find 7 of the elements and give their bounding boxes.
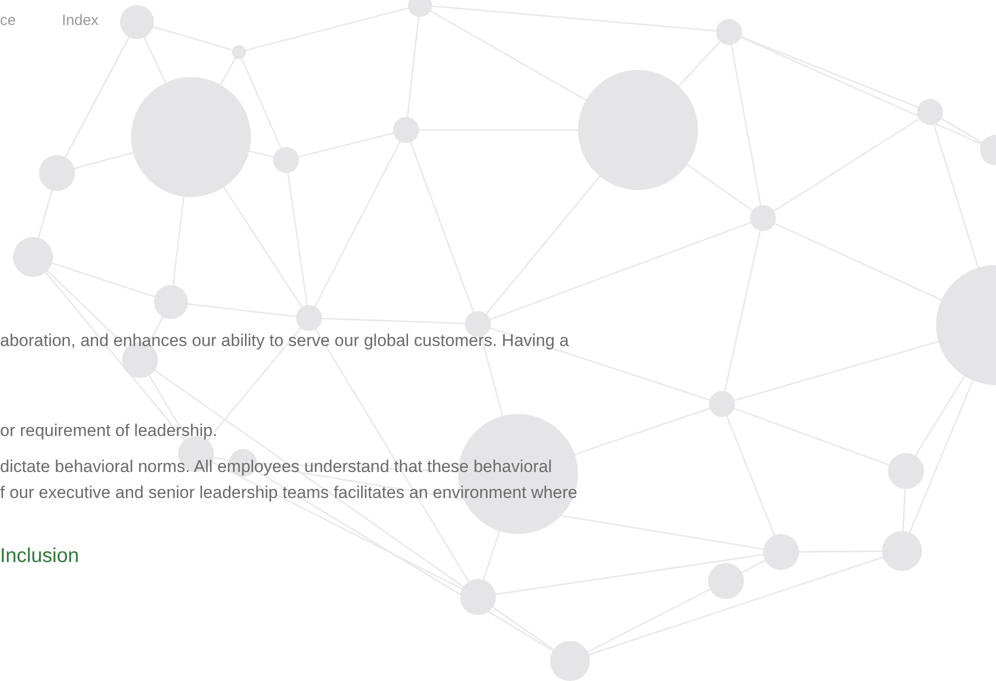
paragraph-line: f our executive and senior leadership teams facilitates an environment where [0,482,578,504]
paragraph-line: aboration, and enhances our ability to serve our global customers. Having a [0,330,570,352]
paragraph-line: dictate behavioral norms. All employees understand that these behavioral [0,456,553,478]
nav-link[interactable]: Index [62,10,99,40]
section-heading: Inclusion [0,544,79,569]
nav-link[interactable]: ce [0,10,16,40]
paragraph-line: or requirement of leadership. [0,420,218,442]
